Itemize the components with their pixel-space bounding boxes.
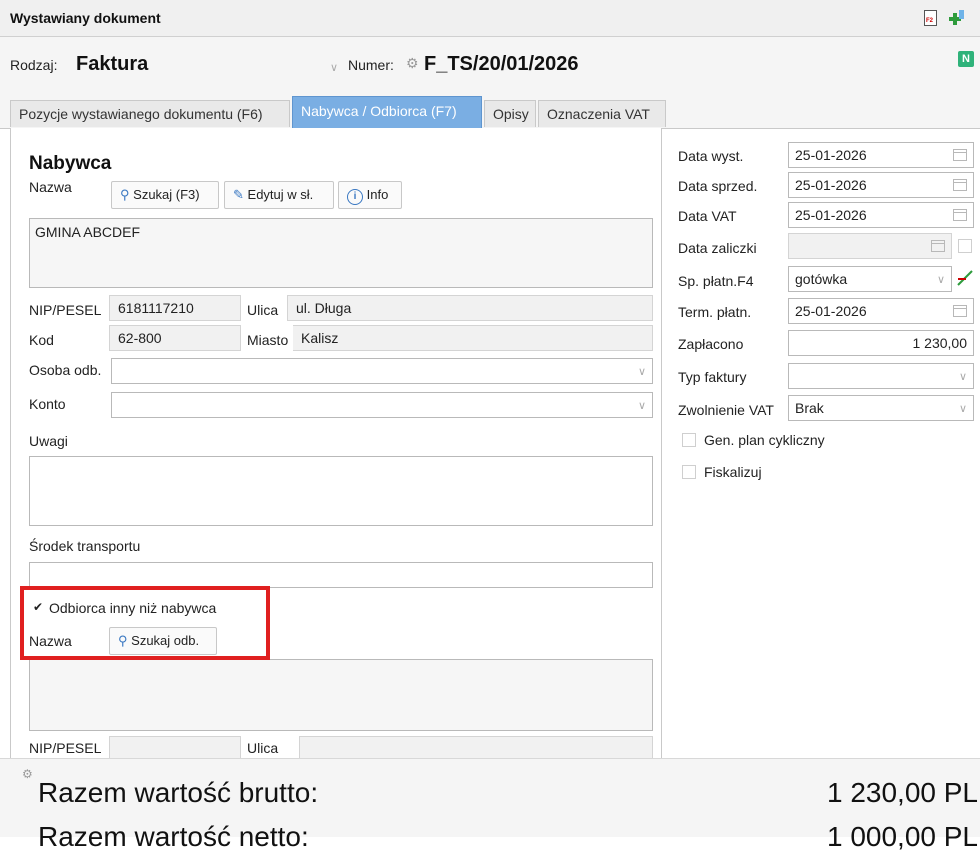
sp-platn-label: Sp. płatn.F4: [678, 273, 754, 289]
tab-bar: Pozycje wystawianego dokumentu (F6) Naby…: [0, 94, 980, 129]
recipient-nip-label: NIP/PESEL: [29, 740, 102, 756]
info-button[interactable]: i Info: [338, 181, 402, 209]
zaplacono-label: Zapłacono: [678, 336, 744, 352]
gen-plan-label: Gen. plan cykliczny: [704, 432, 825, 448]
calendar-icon[interactable]: [953, 149, 967, 161]
term-platn-label: Term. płatn.: [678, 304, 752, 320]
konto-label: Konto: [29, 396, 66, 412]
tab-nabywca-odbiorca[interactable]: Nabywca / Odbiorca (F7): [292, 96, 482, 128]
gear-icon[interactable]: ⚙: [406, 55, 419, 72]
data-zaliczki-label: Data zaliczki: [678, 240, 757, 256]
miasto-field[interactable]: Kalisz: [293, 325, 653, 351]
data-wyst-field[interactable]: 25-01-2026: [788, 142, 974, 168]
osoba-label: Osoba odb.: [29, 362, 102, 378]
transport-field[interactable]: [29, 562, 653, 588]
n-badge[interactable]: N: [958, 51, 974, 67]
miasto-label: Miasto: [247, 332, 289, 348]
zwolnienie-select[interactable]: Brak ∨: [788, 395, 974, 421]
edit-payment-icon[interactable]: [956, 268, 974, 288]
data-wyst-label: Data wyst.: [678, 148, 744, 164]
data-zaliczki-checkbox[interactable]: [958, 239, 972, 253]
konto-select[interactable]: ∨: [111, 392, 653, 418]
chevron-down-icon: ∨: [958, 371, 967, 383]
chevron-down-icon[interactable]: ∨: [330, 61, 338, 74]
totals-footer: ⚙ Razem wartość brutto: 1 230,00 PL Raze…: [0, 758, 980, 852]
buyer-name-field[interactable]: GMINA ABCDEF: [29, 218, 653, 288]
typ-faktury-select[interactable]: ∨: [788, 363, 974, 389]
numer-value: F_TS/20/01/2026: [424, 53, 579, 75]
nazwa-label: Nazwa: [29, 179, 72, 195]
nip-label: NIP/PESEL: [29, 302, 102, 318]
zaplacono-field[interactable]: 1 230,00: [788, 330, 974, 356]
tab-oznaczenia-vat[interactable]: Oznaczenia VAT: [538, 100, 666, 127]
rodzaj-value[interactable]: Faktura: [76, 53, 148, 76]
chevron-down-icon: ∨: [936, 274, 945, 286]
netto-value: 1 000,00 PL: [826, 821, 978, 852]
term-platn-field[interactable]: 25-01-2026: [788, 298, 974, 324]
recipient-ulica-label: Ulica: [247, 740, 279, 756]
chevron-down-icon: ∨: [637, 366, 646, 378]
search-icon: ⚲: [120, 187, 130, 202]
edit-icon: ✎: [233, 187, 244, 202]
window-title: Wystawiany dokument: [10, 10, 161, 26]
transport-label: Środek transportu: [29, 538, 141, 554]
tab-opisy[interactable]: Opisy: [484, 100, 536, 127]
chevron-down-icon: ∨: [637, 400, 646, 412]
edit-in-dictionary-button[interactable]: ✎ Edytuj w sł.: [224, 181, 334, 209]
zwolnienie-label: Zwolnienie VAT: [678, 402, 774, 418]
data-vat-field[interactable]: 25-01-2026: [788, 202, 974, 228]
add-green-icon[interactable]: [946, 8, 966, 28]
uwagi-label: Uwagi: [29, 433, 68, 449]
calendar-icon[interactable]: [953, 179, 967, 191]
recipient-nip-field[interactable]: [109, 736, 241, 760]
ulica-field[interactable]: ul. Długa: [287, 295, 653, 321]
brutto-label: Razem wartość brutto:: [38, 777, 319, 808]
netto-label: Razem wartość netto:: [38, 821, 309, 852]
info-icon: i: [347, 189, 363, 205]
calendar-icon[interactable]: [931, 240, 945, 252]
document-header: Rodzaj: Faktura ∨ Numer: ⚙ F_TS/20/01/20…: [0, 37, 980, 94]
kod-field[interactable]: 62-800: [109, 325, 241, 351]
typ-faktury-label: Typ faktury: [678, 369, 747, 385]
right-panel: Data wyst. 25-01-2026 Data sprzed. 25-01…: [670, 128, 980, 758]
highlight-box: [20, 586, 270, 660]
gear-icon[interactable]: ⚙: [22, 767, 33, 781]
chevron-down-icon: ∨: [958, 403, 967, 415]
uwagi-textarea[interactable]: [29, 456, 653, 526]
gen-plan-checkbox[interactable]: [682, 433, 696, 447]
data-zaliczki-field[interactable]: [788, 233, 952, 259]
recipient-ulica-field[interactable]: [299, 736, 653, 760]
nip-field[interactable]: 6181117210: [109, 295, 241, 321]
buyer-heading: Nabywca: [29, 153, 112, 174]
sp-platn-select[interactable]: gotówka ∨: [788, 266, 952, 292]
data-sprzed-field[interactable]: 25-01-2026: [788, 172, 974, 198]
calendar-icon[interactable]: [953, 209, 967, 221]
rodzaj-label: Rodzaj:: [10, 57, 58, 73]
window-titlebar: Wystawiany dokument F2: [0, 0, 980, 37]
data-vat-label: Data VAT: [678, 208, 737, 224]
data-sprzed-label: Data sprzed.: [678, 178, 758, 194]
fiskalizuj-checkbox[interactable]: [682, 465, 696, 479]
buyer-panel: Nabywca Nazwa ⚲ Szukaj (F3) ✎ Edytuj w s…: [10, 128, 662, 760]
tab-pozycje[interactable]: Pozycje wystawianego dokumentu (F6): [10, 100, 290, 127]
fiskalizuj-label: Fiskalizuj: [704, 464, 762, 480]
osoba-select[interactable]: ∨: [111, 358, 653, 384]
ulica-label: Ulica: [247, 302, 279, 318]
brutto-value: 1 230,00 PL: [826, 777, 978, 808]
f2-document-icon[interactable]: F2: [924, 10, 937, 26]
numer-label: Numer:: [348, 57, 394, 73]
kod-label: Kod: [29, 332, 54, 348]
search-button[interactable]: ⚲ Szukaj (F3): [111, 181, 219, 209]
calendar-icon[interactable]: [953, 305, 967, 317]
recipient-name-field[interactable]: [29, 659, 653, 731]
